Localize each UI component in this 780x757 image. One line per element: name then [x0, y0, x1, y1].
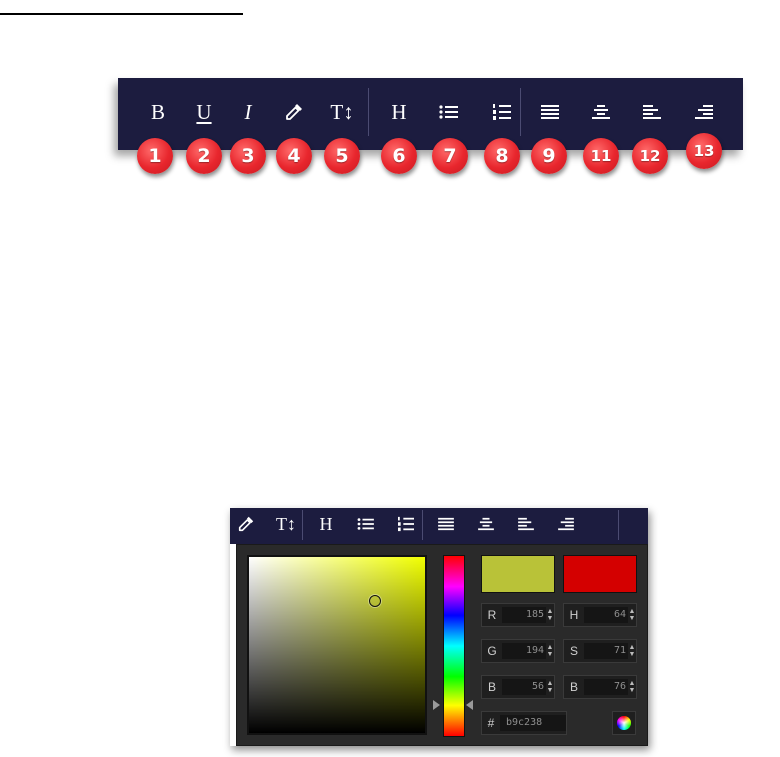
- red-value[interactable]: 185: [502, 607, 546, 623]
- bulleted-list-icon: [439, 105, 458, 119]
- green-value[interactable]: 194: [502, 643, 546, 659]
- saturation-label: S: [569, 644, 578, 658]
- font-size-button[interactable]: T↕: [326, 96, 358, 128]
- toolbar-separator: [520, 88, 521, 136]
- hue-label: H: [569, 608, 579, 622]
- heading-button[interactable]: H: [383, 96, 415, 128]
- font-size-label: T↕: [276, 514, 296, 534]
- align-right-button[interactable]: [688, 96, 720, 128]
- align-left-button[interactable]: [512, 510, 540, 538]
- numbered-list-button[interactable]: [486, 96, 518, 128]
- color-picker-panel: R 185 ▲ ▼ G 194 ▲ ▼ B 56 ▲ ▼ H 64 ▲ ▼ S 71 ▲…: [236, 544, 648, 746]
- eyedropper-icon: [238, 516, 254, 532]
- green-field[interactable]: G 194 ▲ ▼: [481, 639, 555, 663]
- saturation-value[interactable]: 71: [584, 643, 628, 659]
- callout-badge: 13: [686, 133, 722, 169]
- blue-label: B: [487, 680, 496, 694]
- color-wheel-button[interactable]: [612, 711, 636, 735]
- red-field[interactable]: R 185 ▲ ▼: [481, 603, 555, 627]
- align-left-icon: [518, 517, 534, 531]
- align-center-icon: [592, 105, 610, 119]
- stepper-icon[interactable]: ▲ ▼: [628, 644, 636, 658]
- align-right-icon: [695, 105, 713, 119]
- heading-label: H: [319, 514, 333, 534]
- blue-value[interactable]: 56: [502, 679, 546, 695]
- align-left-button[interactable]: [636, 96, 668, 128]
- align-right-icon: [558, 517, 574, 531]
- callout-badge: 11: [583, 138, 619, 174]
- text-color-button[interactable]: [278, 96, 310, 128]
- callout-badge: 12: [632, 138, 668, 174]
- color-wheel-icon: [617, 716, 631, 730]
- callout-badge: 2: [186, 138, 222, 174]
- top-rule: [0, 13, 243, 15]
- green-label: G: [487, 644, 497, 658]
- stepper-icon[interactable]: ▲ ▼: [628, 680, 636, 694]
- mini-toolbar: T↕ H: [230, 508, 648, 544]
- brightness-field[interactable]: B 76 ▲ ▼: [563, 675, 637, 699]
- align-left-icon: [643, 105, 661, 119]
- font-size-button[interactable]: T↕: [272, 510, 300, 538]
- bulleted-list-button[interactable]: [433, 96, 465, 128]
- hue-slider-handle-left-icon[interactable]: [433, 700, 440, 710]
- heading-label: H: [391, 99, 407, 124]
- hue-slider[interactable]: [443, 555, 465, 737]
- italic-button[interactable]: I: [232, 96, 264, 128]
- callout-badge: 7: [432, 138, 468, 174]
- numbered-list-icon: [398, 516, 414, 532]
- stepper-icon[interactable]: ▲ ▼: [628, 608, 636, 622]
- bold-label: B: [150, 99, 165, 124]
- hex-label: #: [487, 716, 495, 730]
- bulleted-list-icon: [357, 518, 374, 530]
- eyedropper-icon: [286, 104, 302, 120]
- hex-field[interactable]: # b9c238: [481, 711, 567, 735]
- callout-badge: 8: [484, 138, 520, 174]
- callout-badge: 4: [276, 138, 312, 174]
- blue-field[interactable]: B 56 ▲ ▼: [481, 675, 555, 699]
- current-color-swatch[interactable]: [563, 555, 637, 593]
- align-justify-icon: [541, 105, 559, 119]
- callout-badge: 3: [230, 138, 266, 174]
- callout-badge: 5: [324, 138, 360, 174]
- text-color-button[interactable]: [232, 510, 260, 538]
- italic-label: I: [244, 99, 252, 124]
- align-center-button[interactable]: [472, 510, 500, 538]
- font-size-label: T↕: [330, 99, 354, 124]
- color-picker-popup: T↕ H R 185 ▲ ▼ G 194 ▲ ▼ B 56 ▲ ▼ H 64 ▲…: [230, 508, 648, 746]
- toolbar-separator: [422, 510, 423, 540]
- stepper-icon[interactable]: ▲ ▼: [546, 608, 554, 622]
- toolbar-separator: [302, 510, 303, 540]
- hex-value[interactable]: b9c238: [500, 715, 566, 731]
- saturation-brightness-field[interactable]: [247, 555, 427, 735]
- align-justify-button[interactable]: [534, 96, 566, 128]
- numbered-list-button[interactable]: [392, 510, 420, 538]
- brightness-value[interactable]: 76: [584, 679, 628, 695]
- callout-badge: 6: [381, 138, 417, 174]
- callout-badge: 1: [137, 138, 173, 174]
- toolbar-separator: [618, 510, 619, 540]
- hue-value[interactable]: 64: [584, 607, 628, 623]
- hue-field[interactable]: H 64 ▲ ▼: [563, 603, 637, 627]
- align-center-button[interactable]: [585, 96, 617, 128]
- new-color-swatch: [481, 555, 555, 593]
- underline-button[interactable]: U: [188, 96, 220, 128]
- underline-label: U: [196, 99, 212, 124]
- align-right-button[interactable]: [552, 510, 580, 538]
- color-cursor[interactable]: [369, 595, 381, 607]
- stepper-icon[interactable]: ▲ ▼: [546, 644, 554, 658]
- align-center-icon: [478, 517, 494, 531]
- toolbar-separator: [368, 88, 369, 136]
- heading-button[interactable]: H: [312, 510, 340, 538]
- saturation-field[interactable]: S 71 ▲ ▼: [563, 639, 637, 663]
- bold-button[interactable]: B: [142, 96, 174, 128]
- hue-slider-handle-right-icon[interactable]: [466, 700, 473, 710]
- numbered-list-icon: [493, 104, 511, 120]
- align-justify-icon: [438, 517, 454, 531]
- brightness-label: B: [569, 680, 578, 694]
- align-justify-button[interactable]: [432, 510, 460, 538]
- bulleted-list-button[interactable]: [352, 510, 380, 538]
- callout-badge: 9: [531, 138, 567, 174]
- red-label: R: [487, 608, 497, 622]
- stepper-icon[interactable]: ▲ ▼: [546, 680, 554, 694]
